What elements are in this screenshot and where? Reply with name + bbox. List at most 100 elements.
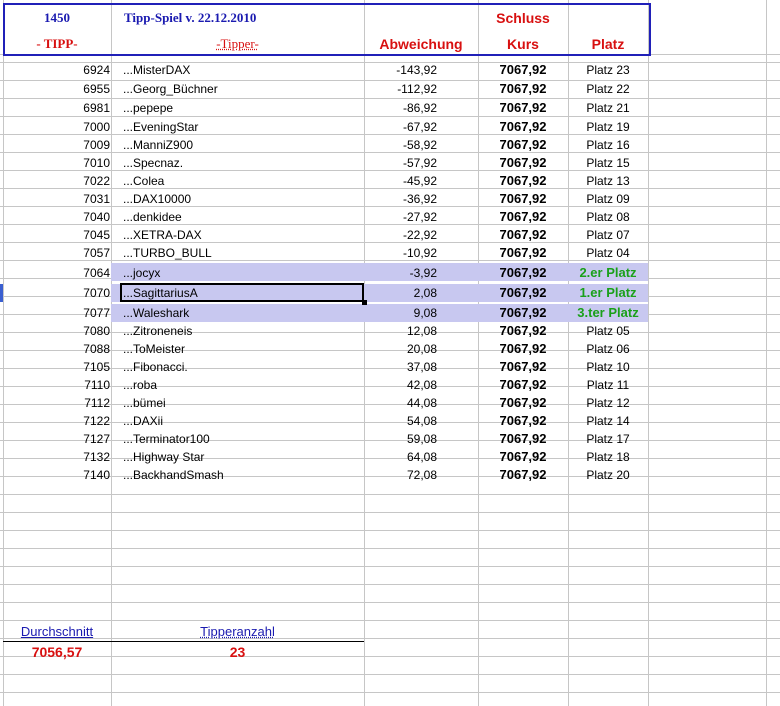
cell-platz[interactable]: Platz 04 bbox=[568, 244, 648, 262]
cell-abweichung[interactable]: -27,92 bbox=[364, 208, 437, 226]
cell-abweichung[interactable]: -112,92 bbox=[364, 80, 437, 98]
cell-kurs[interactable]: 7067,92 bbox=[478, 376, 568, 394]
cell-tipper-name[interactable]: ...BackhandSmash bbox=[123, 466, 361, 484]
cell-abweichung[interactable]: -143,92 bbox=[364, 61, 437, 79]
cell-platz[interactable]: 3.ter Platz bbox=[568, 304, 648, 322]
cell-tipper-name[interactable]: ...bümei bbox=[123, 394, 361, 412]
cell-platz[interactable]: Platz 14 bbox=[568, 412, 648, 430]
selected-cell[interactable] bbox=[120, 283, 364, 302]
cell-kurs[interactable]: 7067,92 bbox=[478, 466, 568, 484]
cell-platz[interactable]: Platz 18 bbox=[568, 448, 648, 466]
cell-abweichung[interactable]: 59,08 bbox=[364, 430, 437, 448]
cell-kurs[interactable]: 7067,92 bbox=[478, 172, 568, 190]
cell-platz[interactable]: Platz 15 bbox=[568, 154, 648, 172]
cell-abweichung[interactable]: 42,08 bbox=[364, 376, 437, 394]
cell-tipper-name[interactable]: ...MisterDAX bbox=[123, 61, 361, 79]
schluss-header[interactable]: Schluss bbox=[478, 9, 568, 27]
cell-abweichung[interactable]: 20,08 bbox=[364, 340, 437, 358]
cell-kurs[interactable]: 7067,92 bbox=[478, 244, 568, 262]
column-header-platz[interactable]: Platz bbox=[568, 35, 648, 53]
cell-tipper-name[interactable]: ...Specnaz. bbox=[123, 154, 361, 172]
cell-kurs[interactable]: 7067,92 bbox=[478, 264, 568, 282]
cell-kurs[interactable]: 7067,92 bbox=[478, 118, 568, 136]
cell-tipper-name[interactable]: ...Fibonacci. bbox=[123, 358, 361, 376]
cell-platz[interactable]: Platz 20 bbox=[568, 466, 648, 484]
cell-tipper-name[interactable]: ...ToMeister bbox=[123, 340, 361, 358]
cell-kurs[interactable]: 7067,92 bbox=[478, 284, 568, 302]
cell-tipper-name[interactable]: ...TURBO_BULL bbox=[123, 244, 361, 262]
cell-tipp[interactable]: 7140 bbox=[4, 466, 110, 484]
cell-kurs[interactable]: 7067,92 bbox=[478, 340, 568, 358]
cell-kurs[interactable]: 7067,92 bbox=[478, 154, 568, 172]
cell-tipp[interactable]: 6924 bbox=[4, 61, 110, 79]
cell-tipp[interactable]: 7112 bbox=[4, 394, 110, 412]
cell-tipper-name[interactable]: ...Waleshark bbox=[123, 304, 361, 322]
cell-tipp[interactable]: 7110 bbox=[4, 376, 110, 394]
cell-kurs[interactable]: 7067,92 bbox=[478, 80, 568, 98]
cell-kurs[interactable]: 7067,92 bbox=[478, 136, 568, 154]
cell-tipp[interactable]: 7105 bbox=[4, 358, 110, 376]
cell-tipp[interactable]: 7132 bbox=[4, 448, 110, 466]
cell-platz[interactable]: Platz 17 bbox=[568, 430, 648, 448]
cell-tipp[interactable]: 7057 bbox=[4, 244, 110, 262]
column-header-tipper[interactable]: -Tipper- bbox=[111, 35, 364, 53]
cell-platz[interactable]: Platz 06 bbox=[568, 340, 648, 358]
cell-kurs[interactable]: 7067,92 bbox=[478, 358, 568, 376]
tipperanzahl-label[interactable]: Tipperanzahl bbox=[111, 623, 364, 641]
cell-tipp[interactable]: 6955 bbox=[4, 80, 110, 98]
cell-tipp[interactable]: 7040 bbox=[4, 208, 110, 226]
cell-tipp[interactable]: 7010 bbox=[4, 154, 110, 172]
cell-tipper-name[interactable]: ...DAX10000 bbox=[123, 190, 361, 208]
cell-platz[interactable]: Platz 22 bbox=[568, 80, 648, 98]
cell-tipp[interactable]: 7031 bbox=[4, 190, 110, 208]
cell-tipper-name[interactable]: ...EveningStar bbox=[123, 118, 361, 136]
cell-kurs[interactable]: 7067,92 bbox=[478, 226, 568, 244]
cell-abweichung[interactable]: -57,92 bbox=[364, 154, 437, 172]
cell-kurs[interactable]: 7067,92 bbox=[478, 99, 568, 117]
cell-platz[interactable]: Platz 21 bbox=[568, 99, 648, 117]
cell-kurs[interactable]: 7067,92 bbox=[478, 448, 568, 466]
column-header-tipp[interactable]: - TIPP- bbox=[4, 35, 110, 53]
cell-tipp[interactable]: 7122 bbox=[4, 412, 110, 430]
cell-tipper-name[interactable]: ...roba bbox=[123, 376, 361, 394]
cell-abweichung[interactable]: -86,92 bbox=[364, 99, 437, 117]
cell-abweichung[interactable]: 2,08 bbox=[364, 284, 437, 302]
cell-tipp[interactable]: 7070 bbox=[4, 284, 110, 302]
cell-abweichung[interactable]: 9,08 bbox=[364, 304, 437, 322]
cell-abweichung[interactable]: 12,08 bbox=[364, 322, 437, 340]
durchschnitt-label[interactable]: Durchschnitt bbox=[4, 623, 110, 641]
cell-tipp[interactable]: 7080 bbox=[4, 322, 110, 340]
cell-abweichung[interactable]: -22,92 bbox=[364, 226, 437, 244]
cell-kurs[interactable]: 7067,92 bbox=[478, 430, 568, 448]
tipp-count[interactable]: 1450 bbox=[4, 9, 110, 27]
cell-platz[interactable]: Platz 10 bbox=[568, 358, 648, 376]
cell-tipp[interactable]: 7077 bbox=[4, 304, 110, 322]
cell-tipp[interactable]: 7045 bbox=[4, 226, 110, 244]
cell-tipper-name[interactable]: ...jocyx bbox=[123, 264, 361, 282]
cell-platz[interactable]: Platz 05 bbox=[568, 322, 648, 340]
cell-platz[interactable]: 1.er Platz bbox=[568, 284, 648, 302]
cell-tipp[interactable]: 6981 bbox=[4, 99, 110, 117]
cell-tipp[interactable]: 7022 bbox=[4, 172, 110, 190]
cell-abweichung[interactable]: 64,08 bbox=[364, 448, 437, 466]
cell-tipper-name[interactable]: ...ManniZ900 bbox=[123, 136, 361, 154]
cell-tipp[interactable]: 7000 bbox=[4, 118, 110, 136]
cell-platz[interactable]: Platz 13 bbox=[568, 172, 648, 190]
cell-platz[interactable]: Platz 16 bbox=[568, 136, 648, 154]
cell-kurs[interactable]: 7067,92 bbox=[478, 208, 568, 226]
cell-platz[interactable]: 2.er Platz bbox=[568, 264, 648, 282]
durchschnitt-value[interactable]: 7056,57 bbox=[4, 643, 110, 661]
cell-platz[interactable]: Platz 09 bbox=[568, 190, 648, 208]
cell-tipper-name[interactable]: ...Colea bbox=[123, 172, 361, 190]
cell-tipper-name[interactable]: ...pepepe bbox=[123, 99, 361, 117]
cell-abweichung[interactable]: -36,92 bbox=[364, 190, 437, 208]
fill-handle[interactable] bbox=[362, 300, 367, 305]
cell-kurs[interactable]: 7067,92 bbox=[478, 61, 568, 79]
cell-kurs[interactable]: 7067,92 bbox=[478, 394, 568, 412]
cell-platz[interactable]: Platz 23 bbox=[568, 61, 648, 79]
column-header-kurs[interactable]: Kurs bbox=[478, 35, 568, 53]
game-title[interactable]: Tipp-Spiel v. 22.12.2010 bbox=[124, 9, 362, 27]
cell-tipper-name[interactable]: ...Georg_Büchner bbox=[123, 80, 361, 98]
cell-kurs[interactable]: 7067,92 bbox=[478, 322, 568, 340]
cell-platz[interactable]: Platz 12 bbox=[568, 394, 648, 412]
